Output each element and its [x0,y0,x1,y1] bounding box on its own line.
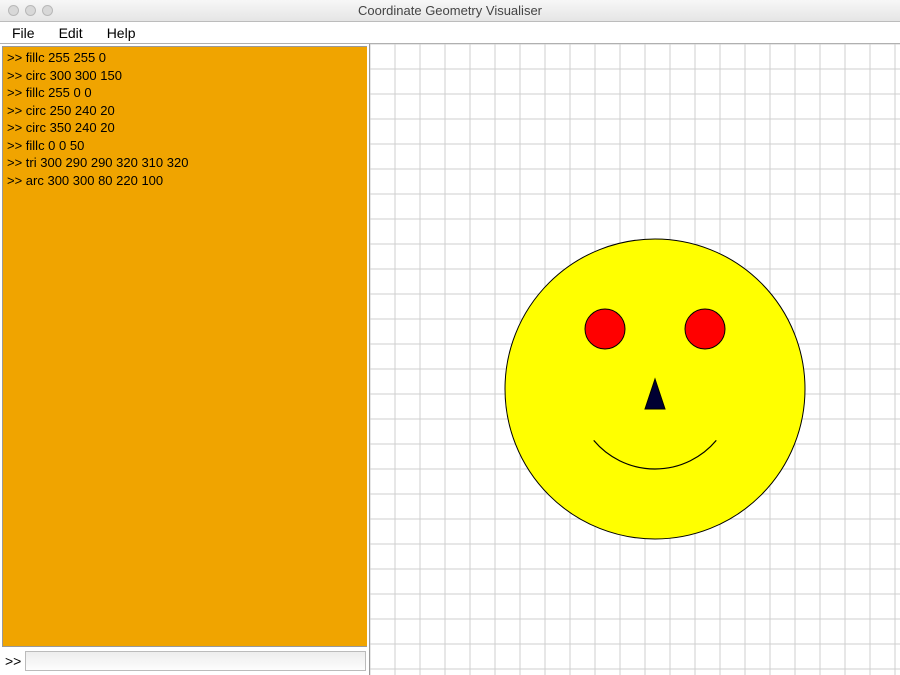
command-history[interactable]: >> fillc 255 255 0 >> circ 300 300 150 >… [2,46,367,647]
menu-edit[interactable]: Edit [47,22,95,43]
titlebar: Coordinate Geometry Visualiser [0,0,900,22]
console-panel: >> fillc 255 255 0 >> circ 300 300 150 >… [0,44,370,675]
canvas-svg [370,44,900,675]
close-icon[interactable] [8,5,19,16]
prompt-label: >> [3,653,21,669]
drawing-canvas[interactable] [370,44,900,675]
minimize-icon[interactable] [25,5,36,16]
command-input[interactable] [25,651,366,671]
command-input-row: >> [0,647,369,675]
menubar: File Edit Help [0,22,900,44]
window-title: Coordinate Geometry Visualiser [0,3,900,18]
zoom-icon[interactable] [42,5,53,16]
window-controls [8,5,53,16]
menu-help[interactable]: Help [95,22,148,43]
menu-file[interactable]: File [0,22,47,43]
